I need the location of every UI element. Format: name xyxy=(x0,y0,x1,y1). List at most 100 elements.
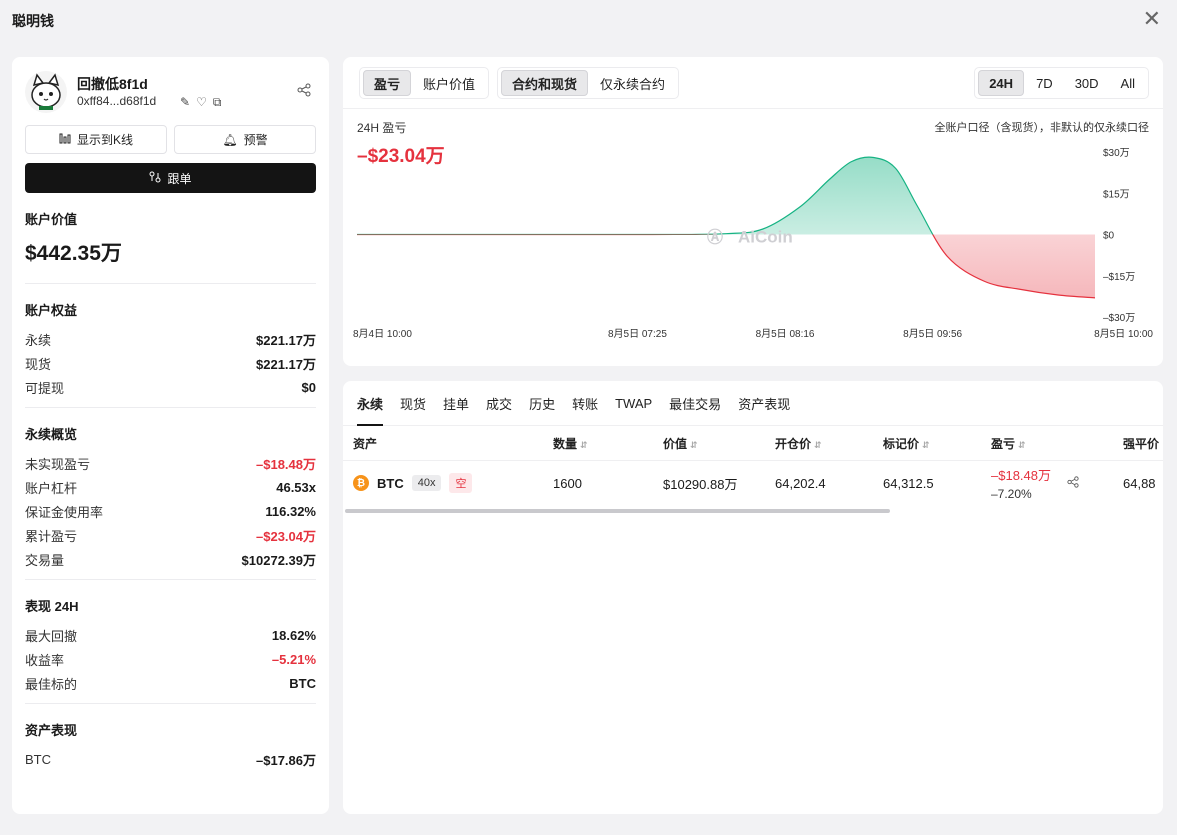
tab-range-all[interactable]: All xyxy=(1111,70,1145,96)
tab-account-value[interactable]: 账户价值 xyxy=(413,70,485,96)
tab-asset-performance[interactable]: 资产表现 xyxy=(738,381,790,426)
list-item: 最大回撤 18.62% xyxy=(25,623,316,647)
row-value: –$18.48万 xyxy=(256,456,316,472)
perp-overview-list: 未实现盈亏 –$18.48万 账户杠杆 46.53x 保证金使用率 116.32% 累… xyxy=(25,451,316,571)
sort-icon[interactable]: ⇵ xyxy=(580,440,588,450)
col-mark-price[interactable]: 标记价 ⇵ xyxy=(883,427,991,461)
row-label: 现货 xyxy=(25,356,52,372)
list-item: 最佳标的 BTC xyxy=(25,671,316,695)
tab-spot[interactable]: 现货 xyxy=(400,381,426,426)
asset-performance-title: 资产表现 xyxy=(25,723,78,738)
close-icon[interactable]: ✕ xyxy=(1143,6,1161,32)
list-item: 保证金使用率 116.32% xyxy=(25,499,316,523)
col-entry-price[interactable]: 开仓价 ⇵ xyxy=(775,427,883,461)
share-icon[interactable] xyxy=(1067,476,1079,491)
row-label: 永续 xyxy=(25,332,52,348)
alert-label: 预警 xyxy=(243,133,268,147)
positions-tabs: 永续 现货 挂单 成交 历史 转账 TWAP 最佳交易 资产表现 xyxy=(343,381,1163,426)
scope-note: 全账户口径（含现货），非默认的仅永续口径 xyxy=(934,122,1150,134)
col-liq-price: 强平价 xyxy=(1123,427,1163,461)
tab-best-trades[interactable]: 最佳交易 xyxy=(669,381,721,426)
follow-button[interactable]: 跟单 xyxy=(25,163,316,193)
cell-entry-price: 64,202.4 xyxy=(775,475,826,491)
pnl-chart[interactable]: AiCoin Ⓐ $30万 $15万 $0 –$15万 –$30万 8月4日 10:00 8月5… xyxy=(343,137,1163,347)
row-label: 账户杠杆 xyxy=(25,480,78,496)
col-asset: 资产 xyxy=(343,427,553,461)
tab-fills[interactable]: 成交 xyxy=(486,381,512,426)
table-header-row: 资产 数量 ⇵ 价值 ⇵ 开仓价 ⇵ 标记价 ⇵ 盈亏 ⇵ 强平价 xyxy=(343,427,1163,461)
tab-transfers[interactable]: 转账 xyxy=(572,381,598,426)
sort-icon[interactable]: ⇵ xyxy=(922,440,930,450)
leverage-badge: 40x xyxy=(411,475,442,492)
edit-icon[interactable]: ✎ xyxy=(180,95,196,109)
sort-icon[interactable]: ⇵ xyxy=(690,440,698,450)
x-tick-label: 8月5日 10:00 xyxy=(1094,328,1153,340)
sort-icon[interactable]: ⇵ xyxy=(814,440,822,450)
horizontal-scrollbar[interactable] xyxy=(345,509,890,513)
tab-contracts-and-spot[interactable]: 合约和现货 xyxy=(501,70,589,96)
heart-icon[interactable]: ♡ xyxy=(196,95,213,109)
account-value: $442.35万 xyxy=(25,242,122,265)
cell-asset: ₿ BTC 40x 空 xyxy=(343,460,553,506)
window-title: 聪明钱 xyxy=(12,13,54,29)
metric-tabs: 盈亏 账户价值 xyxy=(359,67,490,99)
list-item: 交易量 $10272.39万 xyxy=(25,547,316,571)
row-label: 未实现盈亏 xyxy=(25,456,91,472)
tab-range-7d[interactable]: 7D xyxy=(1026,70,1063,96)
show-kline-button[interactable]: 显示到K线 xyxy=(25,125,167,154)
pnl-amount: –$18.48万 xyxy=(991,468,1051,484)
cell-pnl: –$18.48万 –7.20% xyxy=(991,460,1123,506)
list-item: 现货 $221.17万 xyxy=(25,351,316,375)
row-label: BTC xyxy=(25,751,51,767)
bitcoin-icon: ₿ xyxy=(353,475,369,492)
list-item: 累计盈亏 –$23.04万 xyxy=(25,523,316,547)
pnl-percent: –7.20% xyxy=(991,487,1032,502)
positions-table: 资产 数量 ⇵ 价值 ⇵ 开仓价 ⇵ 标记价 ⇵ 盈亏 ⇵ 强平价 ₿ BTC 40x 空 xyxy=(343,427,1163,506)
side-badge: 空 xyxy=(449,473,473,494)
list-item: 未实现盈亏 –$18.48万 xyxy=(25,451,316,475)
sort-icon[interactable]: ⇵ xyxy=(1018,440,1026,450)
list-item: 账户杠杆 46.53x xyxy=(25,475,316,499)
wallet-profile-panel: 回撤低8f1d 0xff84...d68f1d ✎♡⧉ 显示到K线 🔔︎ 预警 … xyxy=(12,57,329,814)
row-value: 116.32% xyxy=(265,503,316,519)
asset-symbol: BTC xyxy=(377,475,404,491)
pnl-chart-card: 盈亏 账户价值 合约和现货 仅永续合约 24H 7D 30D All 24H 盈… xyxy=(343,57,1163,366)
row-label: 交易量 xyxy=(25,552,65,568)
watermark-icon: Ⓐ xyxy=(707,228,723,247)
row-value: –$17.86万 xyxy=(256,752,316,768)
account-value-title: 账户价值 xyxy=(25,212,78,227)
row-value: $221.17万 xyxy=(256,332,316,348)
list-item: BTC –$17.86万 xyxy=(25,747,316,771)
row-value: $10272.39万 xyxy=(241,552,316,568)
list-item: 可提现 $0 xyxy=(25,375,316,399)
col-value[interactable]: 价值 ⇵ xyxy=(663,427,775,461)
show-kline-label: 显示到K线 xyxy=(76,133,133,147)
list-item: 收益率 –5.21% xyxy=(25,647,316,671)
profile-actions: ✎♡⧉ xyxy=(180,95,227,110)
tab-perp-only[interactable]: 仅永续合约 xyxy=(590,70,675,96)
row-value: 46.53x xyxy=(276,479,316,495)
bell-icon: 🔔︎ xyxy=(222,132,238,147)
alert-button[interactable]: 🔔︎ 预警 xyxy=(174,125,316,154)
wallet-address: 0xff84...d68f1d xyxy=(77,94,157,108)
cell-mark-price: 64,312.5 xyxy=(883,475,934,491)
share-icon[interactable] xyxy=(297,83,311,100)
equity-title: 账户权益 xyxy=(25,303,78,318)
wallet-name: 回撤低8f1d xyxy=(77,76,148,92)
tab-perp[interactable]: 永续 xyxy=(357,381,384,426)
tab-pnl[interactable]: 盈亏 xyxy=(363,70,412,96)
tab-history[interactable]: 历史 xyxy=(529,381,555,426)
tab-range-24h[interactable]: 24H xyxy=(978,70,1025,96)
col-pnl[interactable]: 盈亏 ⇵ xyxy=(991,427,1123,461)
scope-tabs: 合约和现货 仅永续合约 xyxy=(497,67,680,99)
tab-open-orders[interactable]: 挂单 xyxy=(443,381,469,426)
follow-label: 跟单 xyxy=(167,171,192,186)
table-row[interactable]: ₿ BTC 40x 空 1600 $10290.88万 64,202.4 64,… xyxy=(343,460,1163,506)
divider xyxy=(25,579,316,580)
watermark-logo: AiCoin xyxy=(738,228,793,247)
divider xyxy=(25,283,316,284)
tab-range-30d[interactable]: 30D xyxy=(1065,70,1109,96)
tab-twap[interactable]: TWAP xyxy=(615,381,652,426)
col-qty[interactable]: 数量 ⇵ xyxy=(553,427,663,461)
copy-icon[interactable]: ⧉ xyxy=(213,95,228,109)
